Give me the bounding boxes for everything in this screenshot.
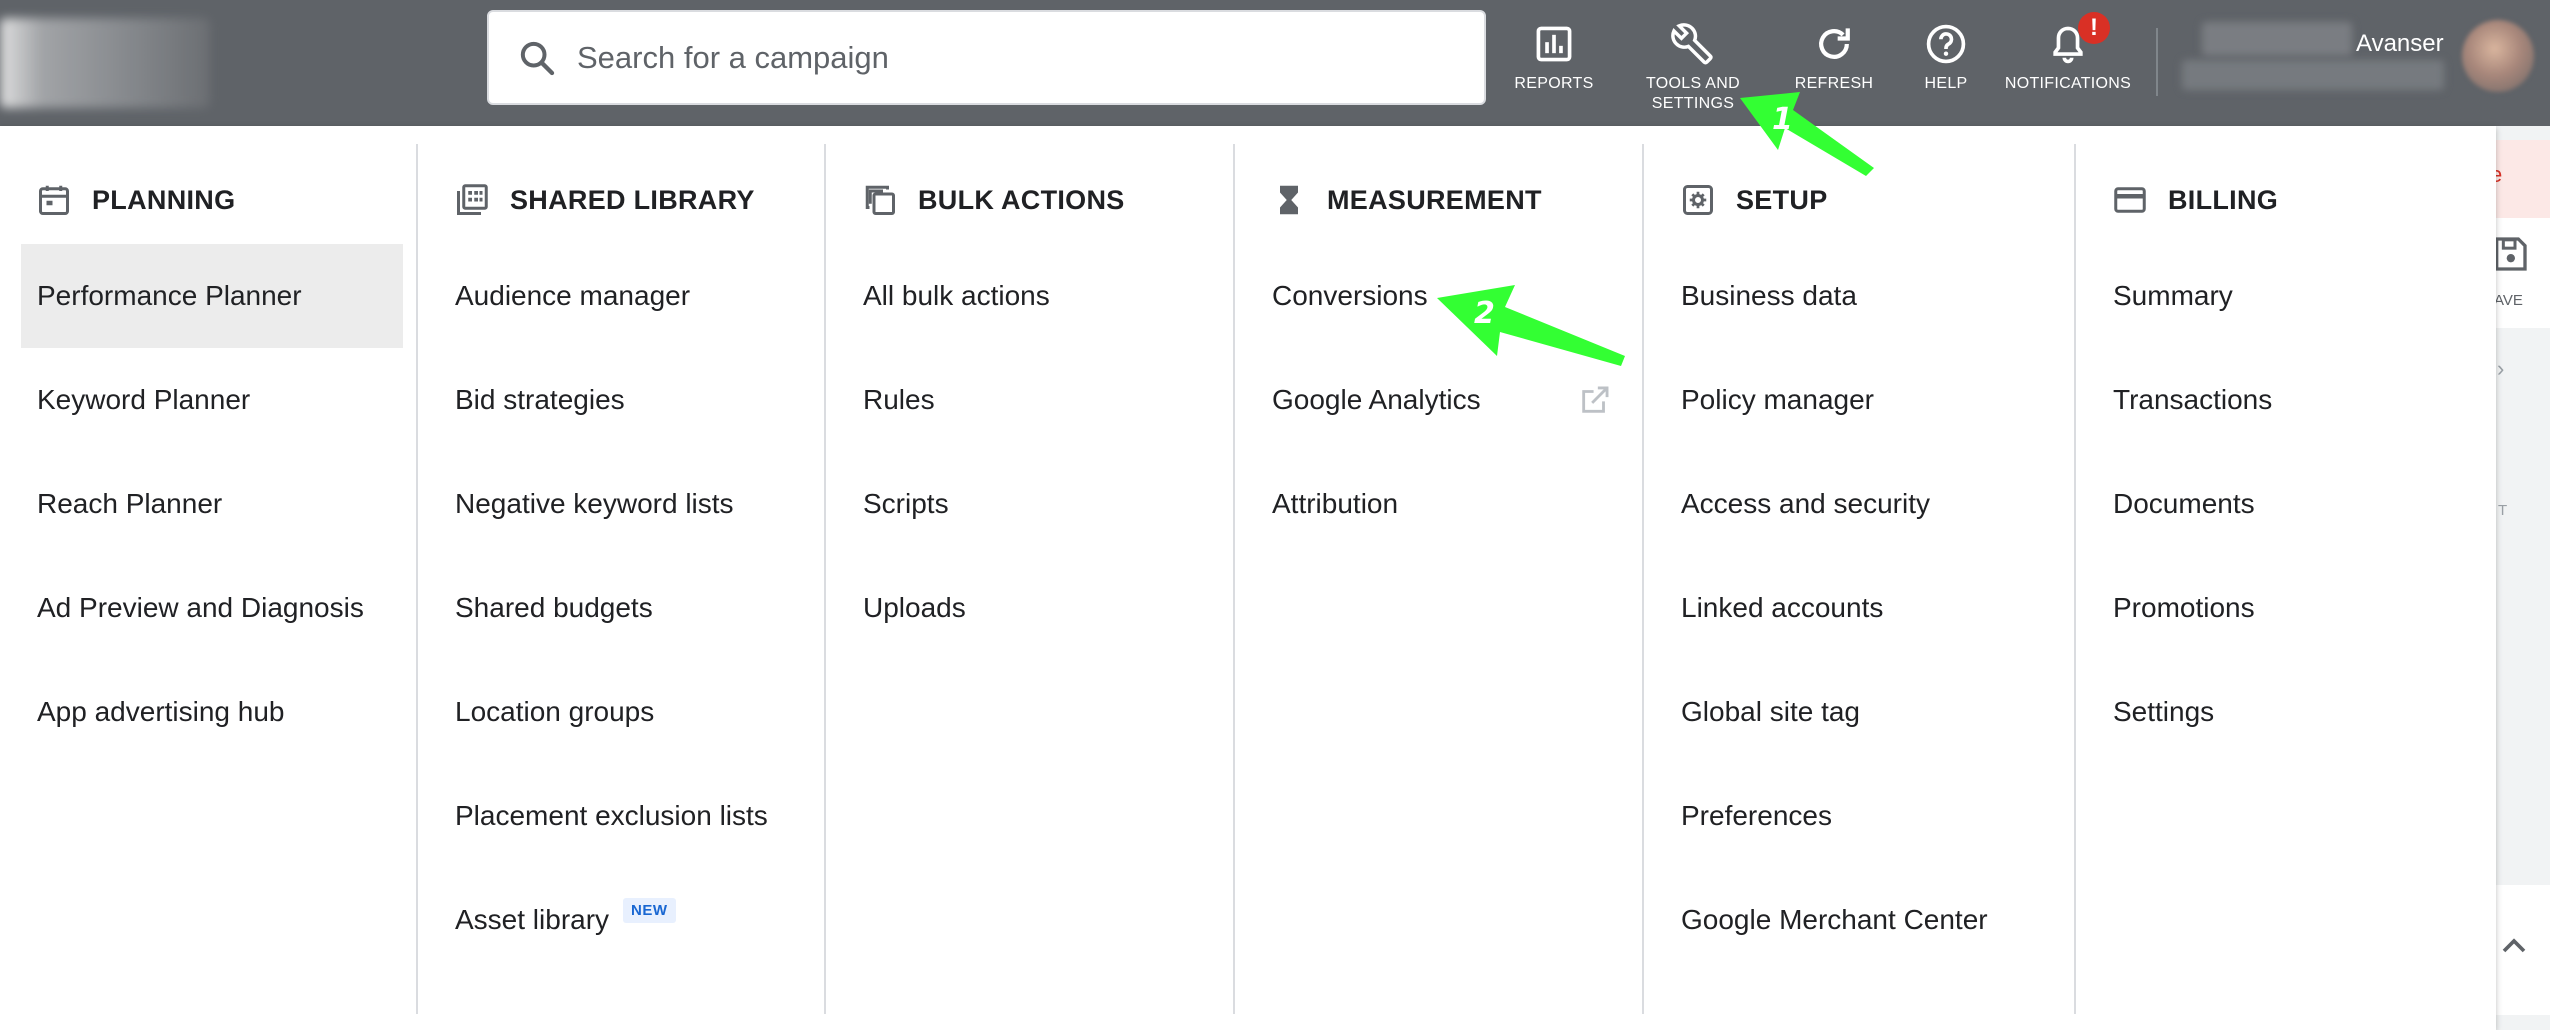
column-title: PLANNING bbox=[92, 184, 236, 215]
menu-item-summary[interactable]: Summary bbox=[2076, 244, 2496, 348]
settings-box-icon bbox=[1683, 185, 1713, 215]
menu-column-shared-library: SHARED LIBRARY Audience manager Bid stra… bbox=[418, 144, 826, 1014]
menu-item-rules[interactable]: Rules bbox=[826, 348, 1233, 452]
tools-and-settings-label: TOOLS AND SETTINGS bbox=[1646, 75, 1740, 112]
column-header-setup: SETUP bbox=[1644, 174, 2074, 226]
menu-item-shared-budgets[interactable]: Shared budgets bbox=[418, 556, 824, 660]
menu-item-business-data[interactable]: Business data bbox=[1644, 244, 2074, 348]
chevron-right-icon[interactable]: › bbox=[2497, 356, 2504, 382]
toolbar-divider bbox=[2156, 28, 2158, 96]
column-title: BILLING bbox=[2168, 184, 2279, 215]
menu-item-label: Asset library bbox=[455, 904, 610, 935]
column-title: BULK ACTIONS bbox=[918, 184, 1125, 215]
menu-column-measurement: MEASUREMENT Conversions Google Analytics… bbox=[1235, 144, 1644, 1014]
search-icon bbox=[520, 41, 555, 75]
library-icon bbox=[457, 184, 488, 215]
reports-label: REPORTS bbox=[1514, 75, 1594, 92]
background-text-fragment: T bbox=[2498, 502, 2508, 519]
credit-card-icon bbox=[2114, 187, 2146, 213]
column-header-billing: BILLING bbox=[2076, 174, 2496, 226]
open-in-new-icon bbox=[1582, 386, 1609, 413]
search-box[interactable] bbox=[487, 10, 1486, 105]
annotation-number-1: 1 bbox=[1772, 102, 1793, 137]
help-icon bbox=[1926, 24, 1966, 64]
menu-item-scripts[interactable]: Scripts bbox=[826, 452, 1233, 556]
wrench-icon bbox=[1671, 23, 1713, 65]
column-title: SETUP bbox=[1736, 184, 1828, 215]
calendar-icon bbox=[39, 185, 69, 215]
account-email-blurred bbox=[2182, 60, 2444, 90]
column-title: MEASUREMENT bbox=[1327, 184, 1542, 215]
annotation-number-2: 2 bbox=[1474, 296, 1495, 331]
refresh-button[interactable]: REFRESH bbox=[1790, 22, 1878, 94]
top-bar: REPORTS TOOLS AND SETTINGS REFRESH HELP … bbox=[0, 0, 2550, 126]
menu-item-documents[interactable]: Documents bbox=[2076, 452, 2496, 556]
save-label: AVE bbox=[2494, 292, 2523, 309]
menu-item-placement-exclusion-lists[interactable]: Placement exclusion lists bbox=[418, 764, 824, 868]
avatar[interactable] bbox=[2462, 20, 2534, 92]
menu-item-reach-planner[interactable]: Reach Planner bbox=[0, 452, 416, 556]
account-name[interactable]: Avanser bbox=[2356, 30, 2444, 58]
menu-item-conversions[interactable]: Conversions bbox=[1235, 244, 1642, 348]
search-input[interactable] bbox=[577, 39, 1457, 76]
menu-column-planning: PLANNING Performance Planner Keyword Pla… bbox=[0, 144, 418, 1014]
menu-column-bulk-actions: BULK ACTIONS All bulk actions Rules Scri… bbox=[826, 144, 1235, 1014]
notifications-button[interactable]: NOTIFICATIONS bbox=[2004, 22, 2132, 94]
column-header-measurement: MEASUREMENT bbox=[1235, 174, 1642, 226]
menu-item-performance-planner[interactable]: Performance Planner bbox=[21, 244, 403, 348]
product-logo[interactable] bbox=[0, 18, 210, 108]
new-badge: NEW bbox=[623, 897, 676, 923]
menu-item-location-groups[interactable]: Location groups bbox=[418, 660, 824, 764]
menu-column-setup: SETUP Business data Policy manager Acces… bbox=[1644, 144, 2076, 1014]
menu-item-negative-keyword-lists[interactable]: Negative keyword lists bbox=[418, 452, 824, 556]
tools-and-settings-menu: PLANNING Performance Planner Keyword Pla… bbox=[0, 126, 2496, 1030]
reports-icon bbox=[1536, 26, 1572, 62]
copy-icon bbox=[865, 185, 895, 215]
notification-badge: ! bbox=[2078, 12, 2110, 44]
menu-item-promotions[interactable]: Promotions bbox=[2076, 556, 2496, 660]
refresh-icon bbox=[1819, 28, 1850, 59]
menu-item-bid-strategies[interactable]: Bid strategies bbox=[418, 348, 824, 452]
menu-item-preferences[interactable]: Preferences bbox=[1644, 764, 2074, 868]
menu-item-attribution[interactable]: Attribution bbox=[1235, 452, 1642, 556]
column-header-shared-library: SHARED LIBRARY bbox=[418, 174, 824, 226]
menu-item-access-and-security[interactable]: Access and security bbox=[1644, 452, 2074, 556]
column-header-bulk-actions: BULK ACTIONS bbox=[826, 174, 1233, 226]
menu-item-asset-library[interactable]: Asset library NEW bbox=[418, 868, 824, 972]
menu-item-ad-preview[interactable]: Ad Preview and Diagnosis bbox=[0, 556, 416, 660]
menu-item-transactions[interactable]: Transactions bbox=[2076, 348, 2496, 452]
menu-item-linked-accounts[interactable]: Linked accounts bbox=[1644, 556, 2074, 660]
account-id-blurred bbox=[2202, 22, 2352, 56]
menu-item-all-bulk-actions[interactable]: All bulk actions bbox=[826, 244, 1233, 348]
column-header-planning: PLANNING bbox=[0, 174, 416, 226]
notifications-label: NOTIFICATIONS bbox=[2004, 75, 2132, 92]
help-button[interactable]: HELP bbox=[1920, 22, 1972, 94]
menu-item-app-advertising-hub[interactable]: App advertising hub bbox=[0, 660, 416, 764]
menu-item-label: Google Analytics bbox=[1272, 384, 1481, 415]
chevron-up-icon[interactable] bbox=[2494, 926, 2534, 966]
menu-item-google-analytics[interactable]: Google Analytics bbox=[1235, 348, 1642, 452]
column-title: SHARED LIBRARY bbox=[510, 184, 755, 215]
menu-item-settings[interactable]: Settings bbox=[2076, 660, 2496, 764]
reports-button[interactable]: REPORTS bbox=[1514, 22, 1594, 94]
background-alert-strip bbox=[2496, 140, 2550, 218]
tools-and-settings-button[interactable]: TOOLS AND SETTINGS bbox=[1638, 22, 1748, 114]
menu-item-uploads[interactable]: Uploads bbox=[826, 556, 1233, 660]
menu-item-google-merchant-center[interactable]: Google Merchant Center bbox=[1644, 868, 2074, 972]
refresh-label: REFRESH bbox=[1794, 75, 1874, 92]
help-label: HELP bbox=[1924, 75, 1968, 92]
menu-item-audience-manager[interactable]: Audience manager bbox=[418, 244, 824, 348]
menu-item-global-site-tag[interactable]: Global site tag bbox=[1644, 660, 2074, 764]
menu-item-keyword-planner[interactable]: Keyword Planner bbox=[0, 348, 416, 452]
hourglass-icon bbox=[1280, 185, 1298, 215]
menu-column-billing: BILLING Summary Transactions Documents P… bbox=[2076, 144, 2496, 1014]
save-icon[interactable] bbox=[2490, 234, 2530, 274]
menu-item-policy-manager[interactable]: Policy manager bbox=[1644, 348, 2074, 452]
